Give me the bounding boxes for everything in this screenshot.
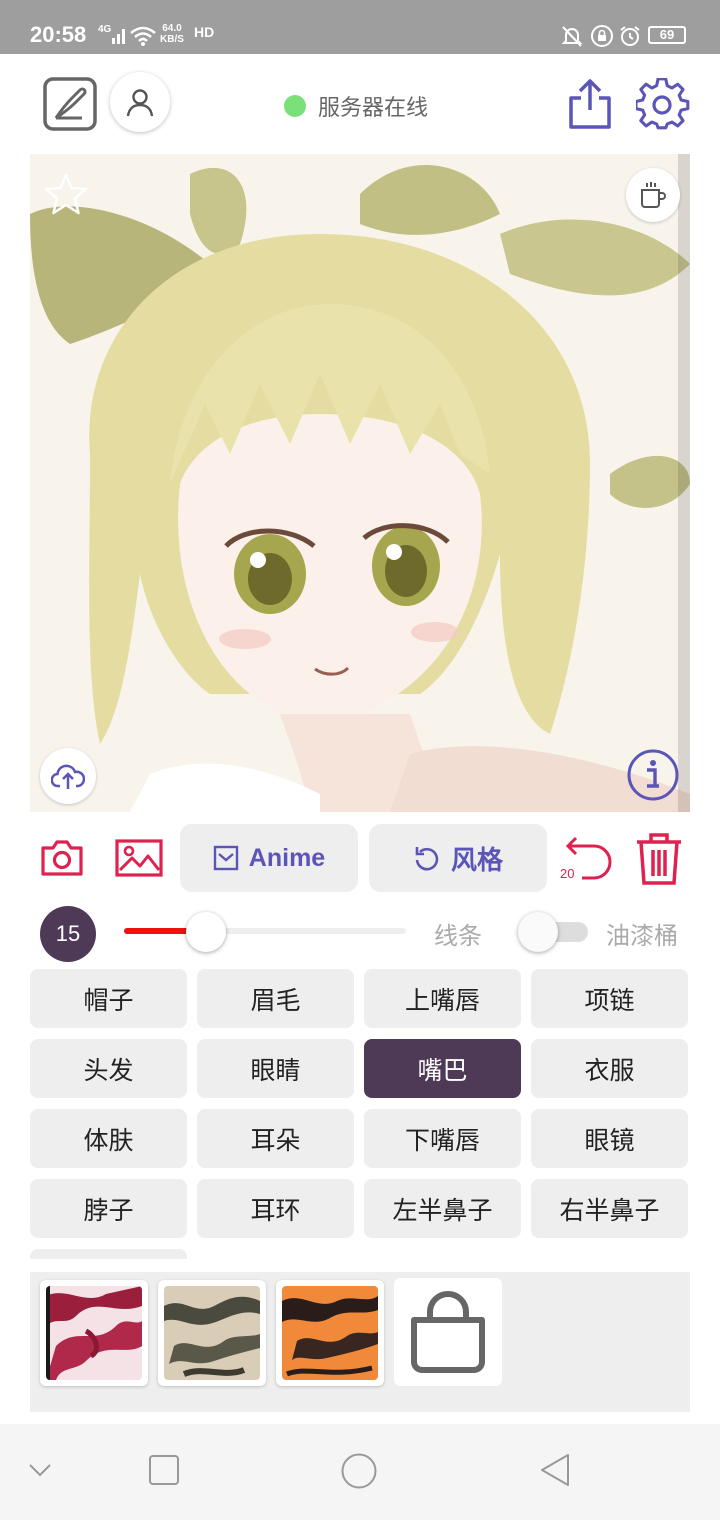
- part-label: 项链: [584, 985, 635, 1015]
- mail-box-icon: [213, 845, 238, 871]
- part-button-partially-visible[interactable]: [30, 1249, 187, 1259]
- part-button[interactable]: 眉毛: [197, 969, 354, 1028]
- network-speed-value: 64.0: [162, 23, 182, 34]
- part-button[interactable]: 耳朵: [197, 1109, 354, 1168]
- part-button[interactable]: 体肤: [30, 1109, 187, 1168]
- brush-controls: 15 线条 油漆桶: [0, 900, 720, 964]
- part-label: 眉毛: [250, 985, 301, 1015]
- home-circle-icon[interactable]: [340, 1452, 378, 1490]
- info-icon[interactable]: [626, 748, 680, 802]
- part-button[interactable]: 项链: [531, 969, 688, 1028]
- part-button[interactable]: 嘴巴: [364, 1039, 521, 1098]
- recent-apps-icon[interactable]: [148, 1454, 180, 1486]
- action-bar: Anime 风格 20: [0, 824, 720, 894]
- texture-swatch-image: [164, 1286, 260, 1380]
- alarm-icon: [620, 26, 640, 46]
- part-label: 下嘴唇: [404, 1125, 480, 1155]
- system-navigation-bar: [0, 1424, 720, 1520]
- part-label: 耳环: [250, 1195, 301, 1225]
- wifi-icon: [130, 26, 156, 46]
- style-button[interactable]: 风格: [369, 824, 547, 892]
- part-button[interactable]: 左半鼻子: [364, 1179, 521, 1238]
- favorite-star-icon[interactable]: [42, 172, 90, 216]
- part-label: 嘴巴: [417, 1055, 468, 1085]
- part-label: 耳朵: [250, 1125, 301, 1155]
- part-button[interactable]: 下嘴唇: [364, 1109, 521, 1168]
- texture-swatch[interactable]: [40, 1280, 148, 1386]
- part-button[interactable]: 上嘴唇: [364, 969, 521, 1028]
- part-button[interactable]: 右半鼻子: [531, 1179, 688, 1238]
- gallery-image-icon[interactable]: [114, 838, 164, 878]
- part-label: 左半鼻子: [392, 1195, 493, 1225]
- trash-icon[interactable]: [634, 832, 684, 886]
- paint-bucket-label: 油漆桶: [606, 922, 678, 950]
- undo-count: 20: [560, 866, 575, 881]
- part-button[interactable]: 眼镜: [531, 1109, 688, 1168]
- server-status-text: 服务器在线: [318, 96, 429, 121]
- part-label: 头发: [83, 1055, 134, 1085]
- server-status: 服务器在线: [284, 90, 428, 122]
- part-button[interactable]: 帽子: [30, 969, 187, 1028]
- part-button[interactable]: 眼睛: [197, 1039, 354, 1098]
- network-speed-unit: KB/S: [160, 34, 184, 45]
- signal-icon: [112, 29, 125, 44]
- part-button[interactable]: 衣服: [531, 1039, 688, 1098]
- part-label: 帽子: [83, 985, 134, 1015]
- anime-portrait-image: [30, 154, 690, 812]
- shopping-bag-icon: [411, 1291, 485, 1373]
- status-bar: 20:58 4G 64.0 KB/S HD 69: [0, 0, 720, 54]
- texture-swatch-image: [282, 1286, 378, 1380]
- part-button[interactable]: 耳环: [197, 1179, 354, 1238]
- shop-button[interactable]: [394, 1278, 502, 1386]
- network-speed: 64.0 KB/S: [160, 23, 184, 45]
- network-type: 4G: [98, 24, 112, 35]
- part-button[interactable]: 脖子: [30, 1179, 187, 1238]
- coffee-cup-icon: [641, 182, 666, 208]
- top-toolbar: 服务器在线: [0, 54, 720, 154]
- part-label: 体肤: [83, 1125, 134, 1155]
- server-status-dot: [284, 95, 306, 117]
- upload-button[interactable]: [40, 748, 96, 804]
- anime-mode-button[interactable]: Anime: [180, 824, 358, 892]
- part-label: 脖子: [83, 1195, 134, 1225]
- brush-size-badge[interactable]: 15: [40, 906, 96, 962]
- brush-size-slider[interactable]: [124, 912, 406, 952]
- face-parts-grid: 帽子 眉毛 上嘴唇 项链 头发 眼睛 嘴巴 衣服 体肤 耳朵 下嘴唇 眼镜 脖子…: [30, 969, 690, 1259]
- drawing-canvas[interactable]: [30, 154, 690, 812]
- part-label: 衣服: [584, 1055, 635, 1085]
- undo-icon[interactable]: [556, 834, 616, 894]
- part-label: 眼镜: [584, 1125, 635, 1155]
- style-label: 风格: [450, 845, 503, 876]
- refresh-icon: [415, 847, 439, 871]
- texture-swatch[interactable]: [276, 1280, 384, 1386]
- anime-mode-label: Anime: [248, 843, 326, 872]
- part-button[interactable]: 头发: [30, 1039, 187, 1098]
- toggle-knob: [518, 912, 558, 952]
- share-icon[interactable]: [566, 78, 614, 130]
- cloud-upload-icon: [51, 764, 85, 789]
- lock-rotation-icon: [591, 25, 613, 47]
- donate-button[interactable]: [626, 168, 680, 222]
- part-label: 右半鼻子: [559, 1195, 660, 1225]
- battery-indicator: 69: [648, 26, 686, 44]
- user-icon: [126, 89, 154, 117]
- camera-icon[interactable]: [40, 838, 84, 878]
- texture-swatch[interactable]: [158, 1280, 266, 1386]
- settings-gear-icon[interactable]: [636, 78, 690, 132]
- texture-swatch-image: [46, 1286, 142, 1380]
- part-label: 上嘴唇: [404, 985, 480, 1015]
- clock: 20:58: [30, 22, 87, 47]
- part-label: 眼睛: [250, 1055, 301, 1085]
- mute-bell-icon: [561, 26, 583, 47]
- back-triangle-icon[interactable]: [538, 1452, 572, 1488]
- paint-bucket-toggle[interactable]: [518, 912, 592, 952]
- user-button[interactable]: [110, 72, 170, 132]
- sketch-edit-icon[interactable]: [42, 76, 98, 132]
- chevron-down-icon[interactable]: [28, 1462, 52, 1478]
- hd-indicator: HD: [194, 24, 215, 40]
- line-mode-label: 线条: [434, 922, 482, 950]
- slider-thumb[interactable]: [185, 912, 226, 952]
- texture-swatch-tray: [30, 1272, 690, 1412]
